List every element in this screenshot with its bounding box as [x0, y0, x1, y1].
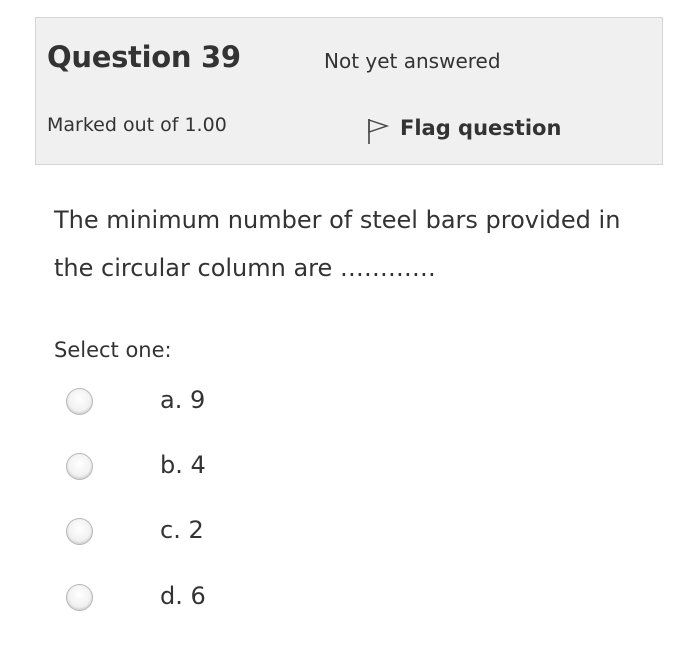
answer-label: c. 2: [160, 516, 204, 544]
question-info-panel: Question 39 Not yet answered Marked out …: [35, 17, 663, 165]
radio-button[interactable]: [66, 388, 93, 415]
question-title: Question 39: [47, 40, 241, 74]
answer-label: a. 9: [160, 386, 206, 414]
select-one-prompt: Select one:: [54, 338, 172, 362]
radio-button[interactable]: [66, 518, 93, 545]
answer-option-b[interactable]: b. 4: [64, 449, 364, 489]
answer-label: d. 6: [160, 582, 206, 610]
answer-option-a[interactable]: a. 9: [64, 384, 364, 424]
radio-button[interactable]: [66, 584, 93, 611]
answer-option-d[interactable]: d. 6: [64, 580, 364, 620]
flag-question-link[interactable]: Flag question: [366, 111, 561, 145]
radio-button[interactable]: [66, 453, 93, 480]
flag-icon: [366, 117, 390, 145]
question-grade: Marked out of 1.00: [47, 114, 227, 136]
flag-question-label: Flag question: [400, 116, 562, 140]
answer-label: b. 4: [160, 451, 206, 479]
question-state: Not yet answered: [324, 49, 501, 73]
answer-option-c[interactable]: c. 2: [64, 514, 364, 554]
question-text: The minimum number of steel bars provide…: [54, 206, 621, 282]
